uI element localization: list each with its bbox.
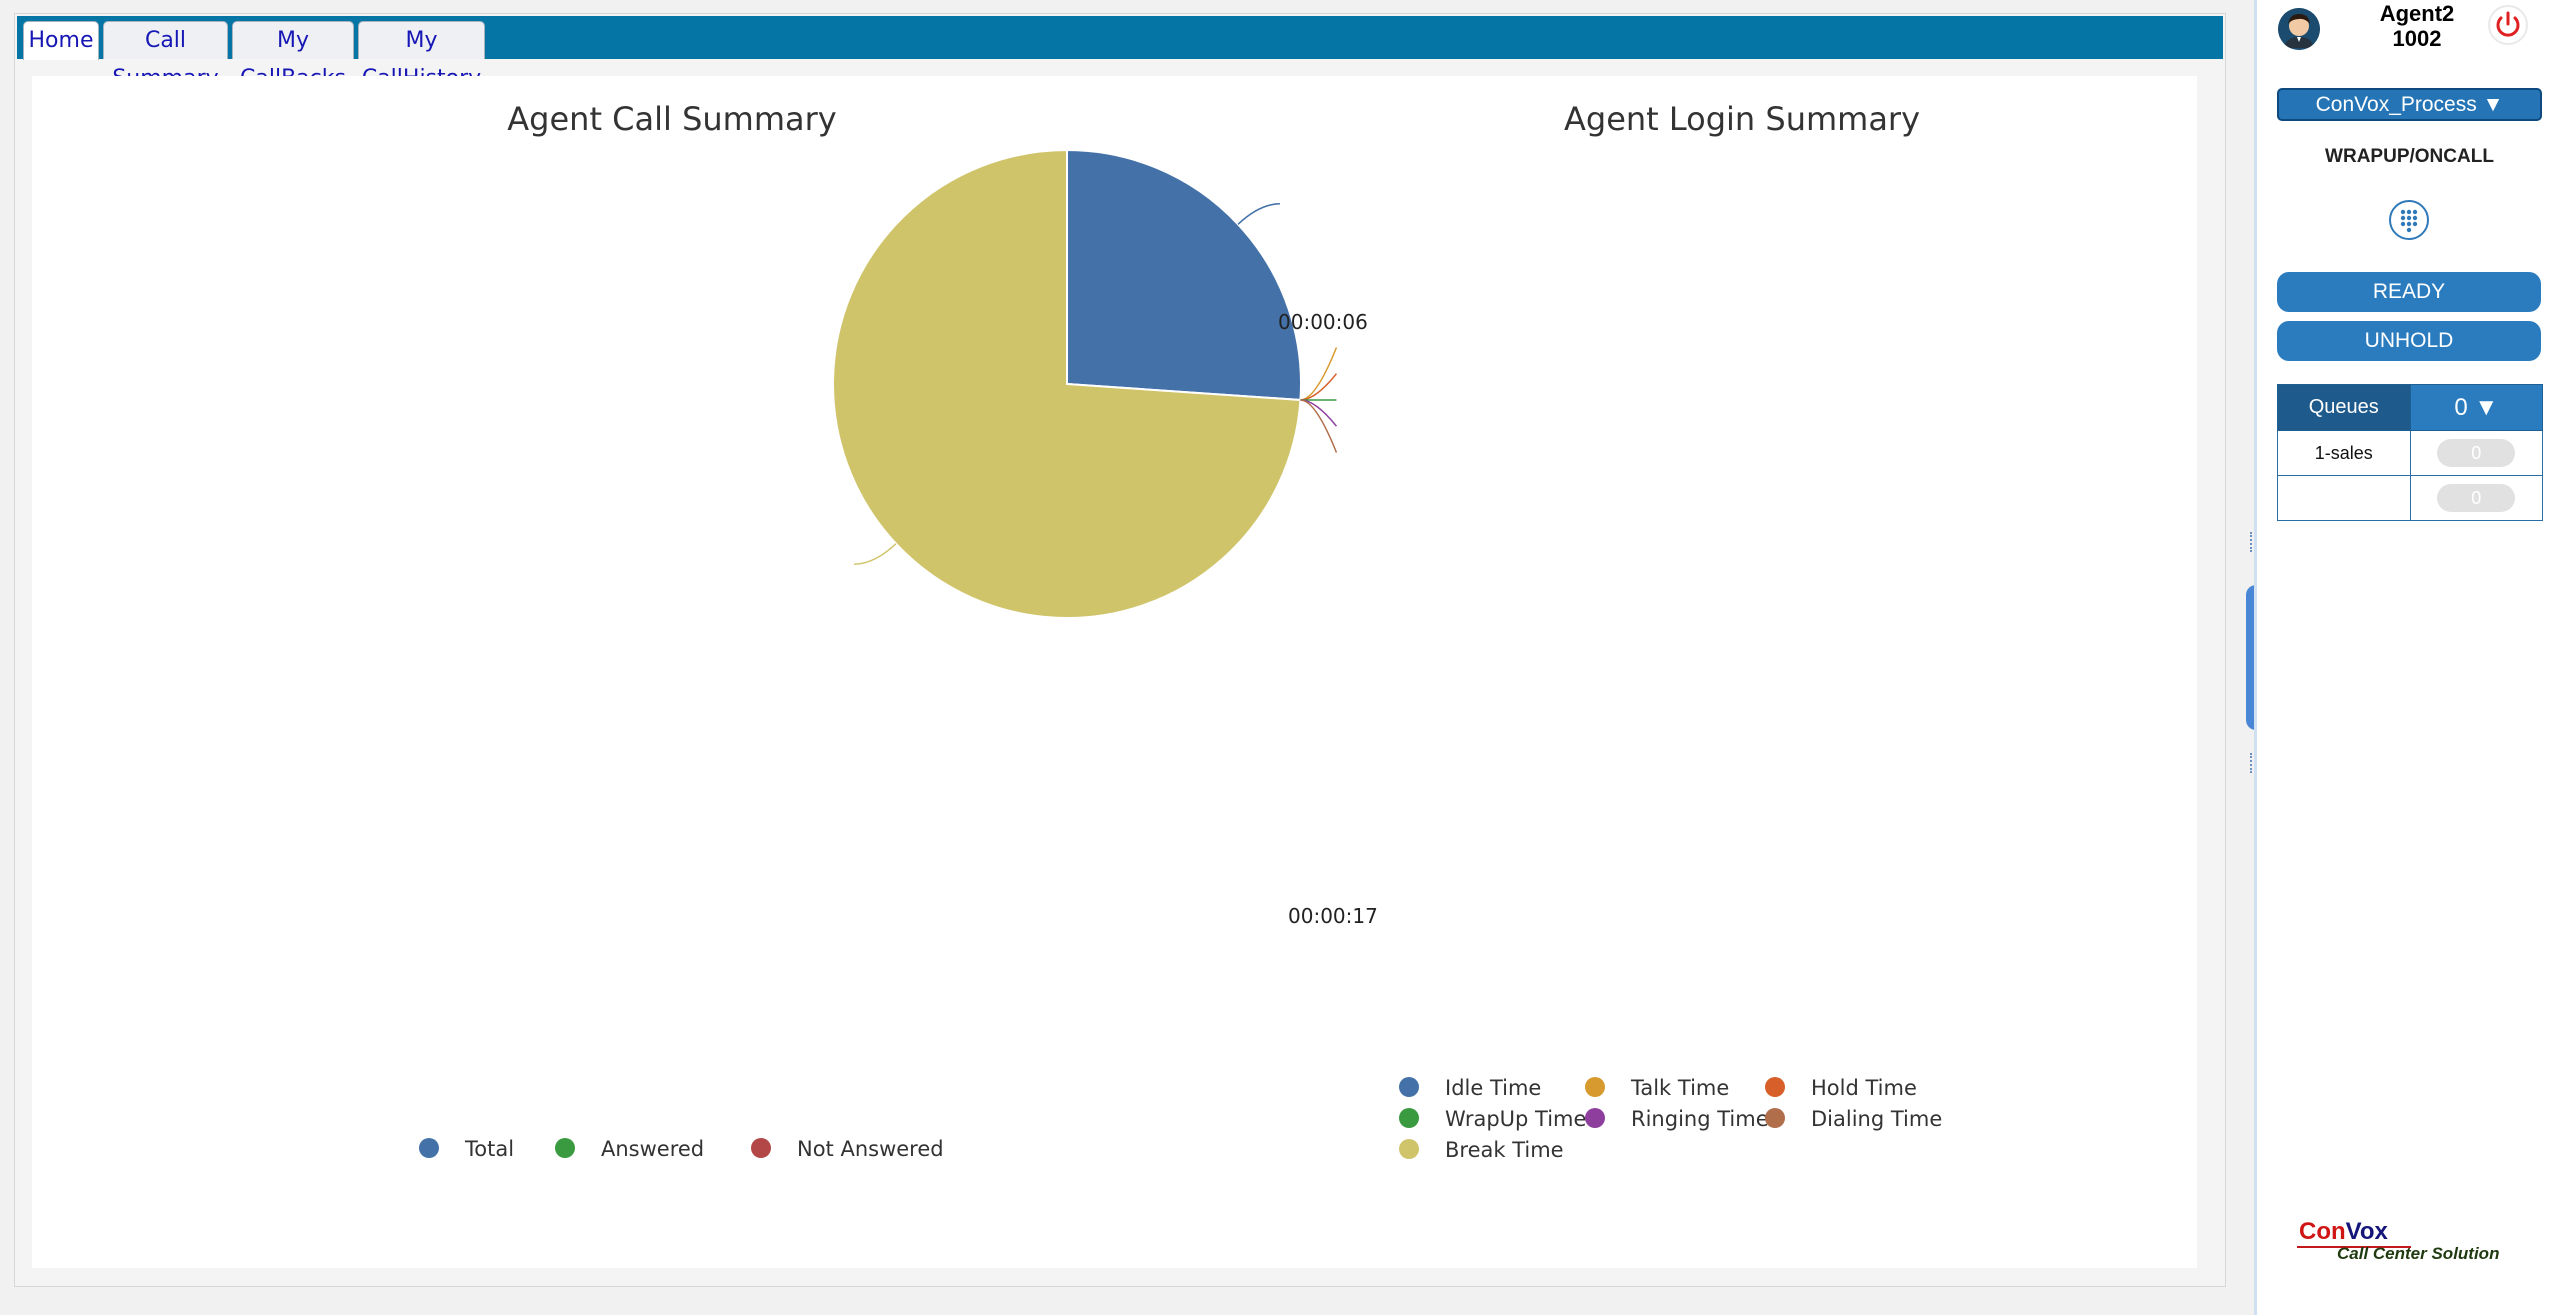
dashboard-content: Agent Call Summary Total Answered Not An… [32, 76, 2197, 1268]
legend-dot [1585, 1108, 1605, 1128]
queue-count-badge: 0 [2437, 439, 2516, 467]
logo-vox: Vox [2345, 1218, 2388, 1245]
main-frame: Home Call Summary My CallBacks My CallHi… [14, 13, 2226, 1287]
table-row: 0 [2277, 475, 2543, 521]
convox-logo: ConVox Call Center Solution [2297, 1218, 2499, 1263]
queues-table: Queues 0 ▼ 1-sales 0 0 [2277, 384, 2543, 521]
legend-dot [1765, 1108, 1785, 1128]
tab-home[interactable]: Home [23, 21, 99, 60]
dialpad-icon [2400, 209, 2418, 233]
dialpad-button[interactable] [2389, 200, 2429, 240]
pie-leader-hold-time [1300, 373, 1338, 401]
legend-dot [1399, 1077, 1419, 1097]
legend-wrapup-time[interactable]: WrapUp Time [1399, 1106, 1586, 1132]
agent-status: WRAPUP/ONCALL [2325, 146, 2494, 167]
agent-panel: Agent2 1002 ConVox_Process ▼ WRAPUP/ONCA… [2254, 0, 2561, 1315]
legend-label: Break Time [1445, 1138, 1564, 1162]
table-row: 1-sales 0 [2277, 430, 2543, 476]
unhold-button[interactable]: UNHOLD [2277, 321, 2541, 361]
ready-button[interactable]: READY [2277, 272, 2541, 312]
process-dropdown[interactable]: ConVox_Process ▼ [2277, 88, 2542, 121]
queue-count-badge: 0 [2437, 484, 2516, 512]
legend-label: Talk Time [1631, 1076, 1730, 1100]
tab-call-summary[interactable]: Call Summary [103, 21, 228, 91]
tab-my-callhistory[interactable]: My CallHistory [358, 21, 485, 91]
logout-button[interactable] [2488, 5, 2528, 45]
legend-hold-time[interactable]: Hold Time [1765, 1075, 1917, 1101]
pie-leader-break-time [854, 543, 897, 565]
legend-label: Dialing Time [1811, 1107, 1943, 1131]
avatar [2278, 8, 2320, 50]
logo-con: Con [2299, 1218, 2346, 1245]
legend-label: WrapUp Time [1445, 1107, 1587, 1131]
slice-label-break: 00:00:17 [1288, 904, 1378, 928]
slice-label-idle: 00:00:06 [1278, 310, 1368, 334]
agent-info: Agent2 1002 [2352, 1, 2482, 51]
legend-break-time[interactable]: Break Time [1399, 1137, 1564, 1163]
legend-dot [1399, 1139, 1419, 1159]
pie-leader-ringing-time [1300, 399, 1338, 427]
queues-header: Queues [2277, 384, 2411, 431]
queue-value-cell: 0 [2409, 430, 2543, 476]
legend-dialing-time[interactable]: Dialing Time [1765, 1106, 1942, 1132]
pie-leader-idle-time [1237, 203, 1280, 225]
legend-dot [1399, 1108, 1419, 1128]
agent-name: Agent2 [2379, 1, 2455, 26]
queue-name: 1-sales [2277, 430, 2411, 476]
legend-dot [1765, 1077, 1785, 1097]
queue-value-cell: 0 [2409, 475, 2543, 521]
power-icon [2496, 11, 2520, 37]
legend-label: Hold Time [1811, 1076, 1917, 1100]
legend-dot [1585, 1077, 1605, 1097]
agent-extension: 1002 [2392, 26, 2442, 51]
queues-count-dropdown[interactable]: 0 ▼ [2409, 384, 2543, 431]
legend-talk-time[interactable]: Talk Time [1585, 1075, 1729, 1101]
legend-idle-time[interactable]: Idle Time [1399, 1075, 1541, 1101]
tab-bar: Home Call Summary My CallBacks My CallHi… [17, 16, 2223, 91]
tab-my-callbacks[interactable]: My CallBacks [232, 21, 354, 91]
queue-name [2277, 475, 2411, 521]
logo-tagline: Call Center Solution [2337, 1244, 2500, 1263]
avatar-icon [2278, 8, 2320, 50]
legend-label: Idle Time [1445, 1076, 1542, 1100]
pie-slice-idle-time[interactable] [1066, 148, 1302, 402]
legend-ringing-time[interactable]: Ringing Time [1585, 1106, 1769, 1132]
legend-label: Ringing Time [1631, 1107, 1769, 1131]
